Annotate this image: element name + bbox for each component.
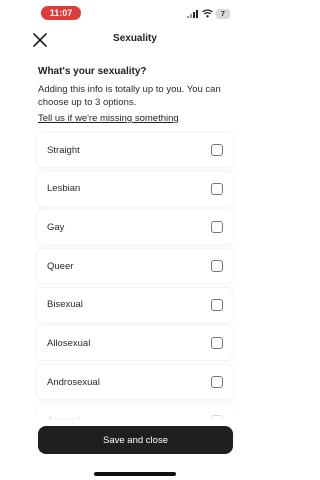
home-indicator bbox=[94, 472, 176, 476]
signal-icon bbox=[187, 10, 198, 18]
option-label: Androsexual bbox=[47, 376, 100, 388]
option-row[interactable]: Lesbian bbox=[37, 171, 233, 206]
status-bar: 11:07 7 bbox=[0, 0, 270, 28]
option-label: Straight bbox=[47, 144, 80, 156]
question-heading: What's your sexuality? bbox=[38, 66, 147, 77]
option-row[interactable]: Bisexual bbox=[37, 287, 233, 322]
option-label: Bisexual bbox=[47, 299, 83, 311]
option-label: Queer bbox=[47, 260, 74, 272]
option-row[interactable]: Androsexual bbox=[37, 365, 233, 400]
page-title: Sexuality bbox=[113, 33, 157, 44]
option-checkbox[interactable] bbox=[211, 221, 223, 234]
option-list: Straight Lesbian Gay Queer Bisexual Allosexua… bbox=[37, 133, 233, 443]
status-time: 11:07 bbox=[41, 6, 81, 20]
option-checkbox[interactable] bbox=[211, 376, 223, 389]
option-label: Gay bbox=[47, 221, 65, 233]
option-checkbox[interactable] bbox=[211, 298, 223, 311]
option-row[interactable]: Gay bbox=[37, 210, 233, 245]
option-checkbox[interactable] bbox=[211, 337, 223, 350]
option-label: Lesbian bbox=[47, 183, 81, 195]
description-text: Adding this info is totally up to you. Y… bbox=[38, 84, 221, 108]
option-label: Allosexual bbox=[47, 337, 91, 349]
option-checkbox[interactable] bbox=[211, 144, 223, 156]
option-checkbox[interactable] bbox=[211, 260, 223, 273]
save-and-close-button[interactable]: Save and close bbox=[38, 426, 233, 454]
wifi-icon bbox=[202, 9, 213, 18]
option-row[interactable]: Queer bbox=[37, 249, 233, 284]
option-row[interactable]: Straight bbox=[37, 133, 233, 167]
missing-option-link[interactable]: Tell us if we're missing something bbox=[38, 113, 179, 124]
option-row[interactable]: Allosexual bbox=[37, 326, 233, 361]
option-checkbox[interactable] bbox=[211, 182, 223, 195]
battery-icon: 7 bbox=[216, 9, 230, 19]
